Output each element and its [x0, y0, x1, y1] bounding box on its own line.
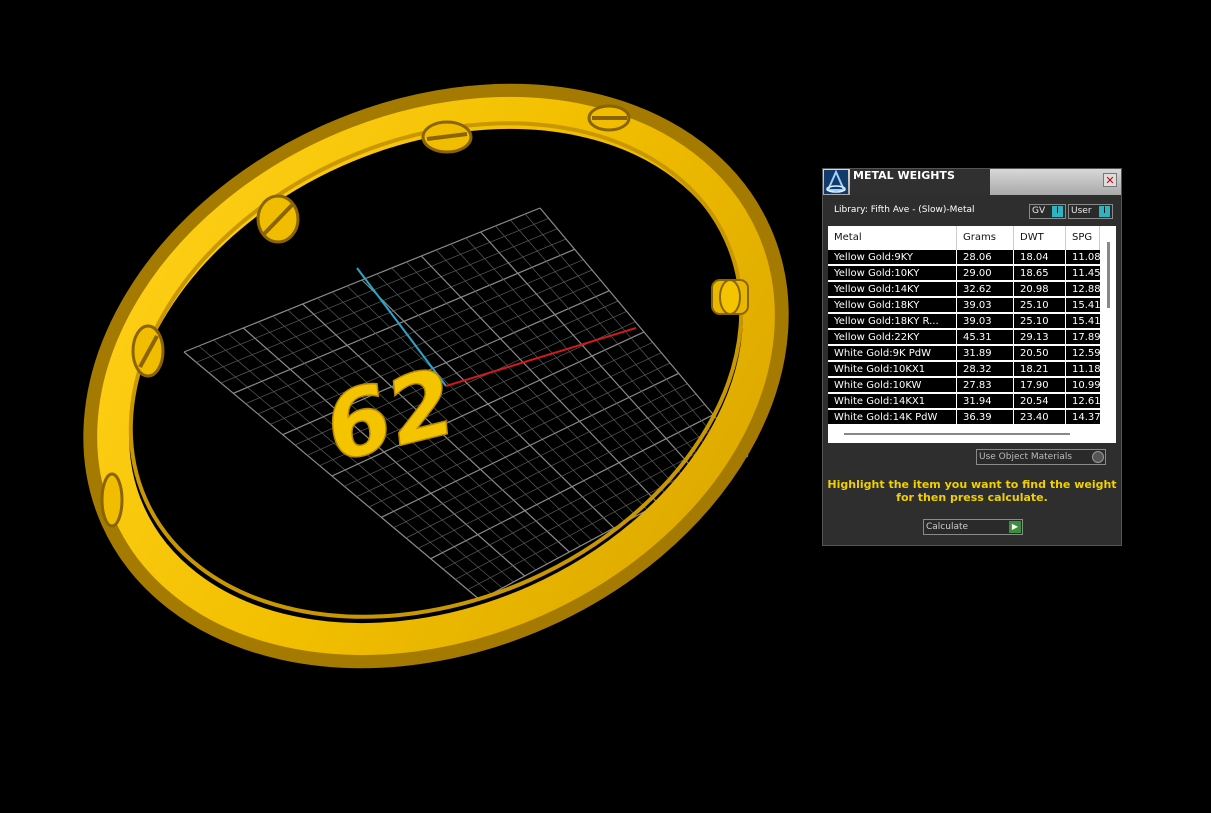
table-cell-metal: White Gold:9K PdW: [828, 346, 956, 361]
table-cell-dwt: 18.21: [1014, 362, 1065, 377]
user-toggle[interactable]: User I: [1068, 204, 1113, 219]
table-cell-dwt: 18.65: [1014, 266, 1065, 281]
table-cell-spg: 17.89: [1066, 330, 1100, 345]
table-cell-spg: 15.41: [1066, 314, 1100, 329]
library-label: Library: Fifth Ave - (Slow)-Metal: [834, 205, 975, 215]
screw-icon: [100, 472, 124, 528]
table-cell-grams: 28.06: [957, 250, 1013, 265]
app-logo-icon: [824, 170, 848, 194]
table-cell-spg: 11.08: [1066, 250, 1100, 265]
column-header-grams[interactable]: Grams: [957, 226, 1014, 250]
table-cell-dwt: 20.54: [1014, 394, 1065, 409]
screw-icon: [421, 120, 473, 154]
table-cell-dwt: 29.13: [1014, 330, 1065, 345]
table-cell-grams: 28.32: [957, 362, 1013, 377]
use-object-materials-button[interactable]: Use Object Materials: [976, 449, 1106, 465]
table-cell-spg: 10.99: [1066, 378, 1100, 393]
instruction-text: Highlight the item you want to find the …: [827, 478, 1117, 504]
table-cell-dwt: 18.04: [1014, 250, 1065, 265]
table-row[interactable]: Yellow Gold:18KY 39.03 25.10 15.41: [828, 298, 1100, 314]
grid-line: [495, 225, 715, 475]
table-row[interactable]: White Gold:14K PdW 36.39 23.40 14.37: [828, 410, 1100, 426]
grid-line: [465, 237, 693, 487]
calculate-label: Calculate: [926, 522, 969, 532]
table-cell-grams: 29.00: [957, 266, 1013, 281]
table-row[interactable]: Yellow Gold:9KY 28.06 18.04 11.08: [828, 250, 1100, 266]
table-cell-metal: Yellow Gold:18KY: [828, 298, 956, 313]
table-cell-spg: 12.61: [1066, 394, 1100, 409]
table-cell-dwt: 17.90: [1014, 378, 1065, 393]
column-header-dwt[interactable]: DWT: [1014, 226, 1066, 250]
user-toggle-label: User: [1071, 206, 1092, 216]
table-cell-dwt: 20.98: [1014, 282, 1065, 297]
table-row[interactable]: White Gold:9K PdW 31.89 20.50 12.59: [828, 346, 1100, 362]
table-cell-spg: 11.45: [1066, 266, 1100, 281]
table-cell-metal: Yellow Gold:10KY: [828, 266, 956, 281]
gv-toggle[interactable]: GV I: [1029, 204, 1066, 219]
table-cell-grams: 31.89: [957, 346, 1013, 361]
vertical-scrollbar[interactable]: [1107, 242, 1110, 308]
table-cell-spg: 11.18: [1066, 362, 1100, 377]
table-body: Yellow Gold:9KY 28.06 18.04 11.08 Yellow Gol…: [828, 250, 1100, 426]
screw-icon: [131, 324, 165, 378]
table-cell-metal: Yellow Gold:18KY R...: [828, 314, 956, 329]
table-cell-dwt: 23.40: [1014, 410, 1065, 425]
panel-titlebar[interactable]: METAL WEIGHTS ✕: [823, 169, 1121, 195]
close-icon[interactable]: ✕: [1103, 173, 1117, 187]
horizontal-scrollbar[interactable]: [844, 433, 1070, 435]
table-cell-metal: Yellow Gold:9KY: [828, 250, 956, 265]
table-cell-grams: 36.39: [957, 410, 1013, 425]
table-cell-metal: White Gold:10KW: [828, 378, 956, 393]
radio-icon: [1092, 451, 1104, 463]
table-cell-spg: 14.37: [1066, 410, 1100, 425]
metal-table: Metal Grams DWT SPG Yellow Gold:9KY 28.06…: [828, 226, 1116, 443]
table-header: Metal Grams DWT SPG: [828, 226, 1100, 250]
table-row[interactable]: Yellow Gold:22KY 45.31 29.13 17.89: [828, 330, 1100, 346]
table-cell-metal: White Gold:14KX1: [828, 394, 956, 409]
grid-number-label: 62: [322, 346, 458, 485]
table-row[interactable]: Yellow Gold:18KY R... 39.03 25.10 15.41: [828, 314, 1100, 330]
table-cell-grams: 27.83: [957, 378, 1013, 393]
table-row[interactable]: Yellow Gold:10KY 29.00 18.65 11.45: [828, 266, 1100, 282]
table-row[interactable]: White Gold:10KX1 28.32 18.21 11.18: [828, 362, 1100, 378]
grid-line: [510, 219, 726, 469]
table-cell-grams: 39.03: [957, 314, 1013, 329]
panel-title: METAL WEIGHTS: [850, 169, 990, 195]
x-axis-line: [445, 327, 637, 387]
table-cell-metal: Yellow Gold:14KY: [828, 282, 956, 297]
toggle-knob-icon: I: [1052, 206, 1063, 217]
hinge-cylinder: [711, 279, 749, 315]
screw-icon: [587, 104, 631, 132]
table-cell-metal: White Gold:14K PdW: [828, 410, 956, 425]
table-cell-dwt: 20.50: [1014, 346, 1065, 361]
column-header-spg[interactable]: SPG: [1066, 226, 1100, 250]
table-cell-spg: 12.88: [1066, 282, 1100, 297]
column-header-metal[interactable]: Metal: [828, 226, 957, 250]
metal-weights-panel: METAL WEIGHTS ✕ Library: Fifth Ave - (Sl…: [822, 168, 1122, 546]
toggle-knob-icon: I: [1099, 206, 1110, 217]
table-cell-spg: 15.41: [1066, 298, 1100, 313]
table-row[interactable]: Yellow Gold:14KY 32.62 20.98 12.88: [828, 282, 1100, 298]
table-cell-grams: 39.03: [957, 298, 1013, 313]
use-object-materials-label: Use Object Materials: [979, 452, 1073, 462]
calculate-button[interactable]: Calculate ▶: [923, 519, 1023, 535]
table-cell-spg: 12.59: [1066, 346, 1100, 361]
table-cell-metal: Yellow Gold:22KY: [828, 330, 956, 345]
table-cell-dwt: 25.10: [1014, 298, 1065, 313]
table-cell-grams: 45.31: [957, 330, 1013, 345]
table-cell-grams: 31.94: [957, 394, 1013, 409]
table-row[interactable]: White Gold:10KW 27.83 17.90 10.99: [828, 378, 1100, 394]
table-cell-metal: White Gold:10KX1: [828, 362, 956, 377]
screw-icon: [256, 194, 300, 244]
table-row[interactable]: White Gold:14KX1 31.94 20.54 12.61: [828, 394, 1100, 410]
table-cell-dwt: 25.10: [1014, 314, 1065, 329]
table-cell-grams: 32.62: [957, 282, 1013, 297]
grid-line: [420, 255, 660, 505]
gv-toggle-label: GV: [1032, 206, 1046, 216]
play-arrow-icon: ▶: [1009, 521, 1021, 533]
